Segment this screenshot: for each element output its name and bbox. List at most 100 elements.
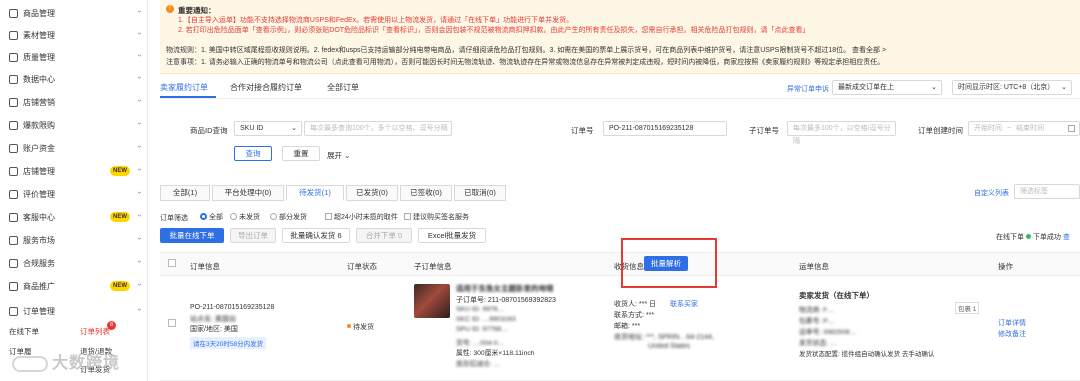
sidebar-item-4[interactable]: 店铺营销 › [0,93,148,111]
status-tab-5[interactable]: 已取消(0) [454,185,506,201]
tab-seller-fulfil[interactable]: 卖家履约订单 [160,82,208,93]
sidebar-item-label: 爆款限购 [23,120,55,130]
new-badge: NEW [110,212,130,222]
sidebar-sub-order-list[interactable]: 订单列表 [80,326,110,337]
order-filter-label: 订单筛选 [160,215,188,222]
sidebar-item-1[interactable]: 素材管理 › [0,26,148,44]
menu-icon [9,258,18,268]
status-tab-0[interactable]: 全部(1) [160,185,210,201]
row-po-number: PO-211-087015169235128 [190,304,275,311]
order-detail-link[interactable]: 订单详情 [998,318,1026,328]
skc-id: SKC ID: …9903163 [456,316,516,323]
sub-order-input[interactable]: 每次最多100个，以空格/逗号分隔 [787,121,896,145]
sidebar-item-label: 店铺管理 [23,166,55,176]
tab-all-orders[interactable]: 全部订单 [327,82,359,93]
edit-remark-link[interactable]: 修改备注 [998,329,1026,339]
watermark-icon [12,355,48,372]
row-region: 国家/地区: 美国 [190,326,238,333]
status-tab-4[interactable]: 已签收(0) [400,185,452,201]
tag-filter-select[interactable]: 筛选标签 [1014,184,1080,199]
menu-icon [9,8,18,18]
sidebar-item-7[interactable]: 店铺管理 › NEW [0,162,148,180]
radio-unshipped[interactable]: 未发货 [230,212,260,222]
chevron-down-icon: ⌄ [291,125,297,132]
header-status: 订单状态 [347,262,377,271]
merge-order-button[interactable]: 合并下单 0 [356,228,412,243]
chevron-icon: › [135,122,143,125]
sidebar-item-8[interactable]: 评价管理 › [0,185,148,203]
product-title: 适用于东鱼女主题卧室的地毯 [456,284,554,293]
product-image [414,284,450,318]
header-shipping: 运单信息 [799,262,829,271]
chevron-icon: › [135,10,143,13]
chevron-icon: › [135,260,143,263]
sidebar-item-3[interactable]: 数据中心 › [0,70,148,88]
sidebar-sub-online-order[interactable]: 在线下单 [9,326,39,337]
sidebar-item-12[interactable]: 商品推广 › NEW [0,277,148,295]
chevron-down-icon: ⌄ [931,84,937,91]
sort-select[interactable]: 最新成交订单在上 ⌄ [832,80,942,95]
excel-bulk-button[interactable]: Excel批量发货 [418,228,486,243]
select-all-checkbox[interactable] [168,259,176,267]
status-dot-icon [347,324,351,328]
menu-icon [9,235,18,245]
menu-icon [9,306,18,316]
package-no: 包裹号: P… [799,318,835,325]
order-no-input[interactable]: PO-211-087015169235128 [603,121,727,136]
search-button[interactable]: 查询 [234,146,272,161]
contact-buyer-link[interactable]: 联系买家 [670,299,698,309]
product-query-input[interactable]: 每次最多查询100个，多个以空格、逗号分隔 [304,121,452,136]
sidebar-item-10[interactable]: 服务市场 › [0,231,148,249]
sidebar-item-11[interactable]: 合规服务 › [0,254,148,272]
sidebar-item-label: 账户资金 [23,143,55,153]
package-badge: 包裹 1 [955,302,980,314]
row-checkbox[interactable] [168,319,176,327]
abnormal-appeal-link[interactable]: 异常订单申诉 [787,84,829,94]
sidebar-item-9[interactable]: 客服中心 › NEW [0,208,148,226]
expand-toggle[interactable]: 展开 ⌄ [327,150,350,161]
menu-icon [9,52,18,62]
status-tab-3[interactable]: 已发货(0) [346,185,398,201]
row-deadline-badge: 请在3天20时58分内发货 [190,337,267,349]
sidebar-item-0[interactable]: 商品管理 › [0,4,148,22]
custom-list-link[interactable]: 自定义列表 [974,188,1009,198]
export-button[interactable]: 导出订单 [230,228,276,243]
radio-partial[interactable]: 部分发货 [270,212,307,222]
sidebar-item-label: 客服中心 [23,212,55,222]
sidebar-item-6[interactable]: 账户资金 › [0,139,148,157]
shipping-title: 卖家发货（在线下单） [799,291,874,300]
carrier: 物流商: F… [799,307,835,314]
tab-cooperative[interactable]: 合作对接合履约订单 [230,82,302,93]
menu-icon [9,143,18,153]
status-tab-1[interactable]: 平台处理中(0) [212,185,284,201]
radio-all[interactable]: 全部 [200,212,223,222]
status-tab-2[interactable]: 待发货(1) [286,185,344,201]
created-time-range[interactable]: 开始时间 ~ 结束时间 [968,121,1080,136]
sidebar-item-5[interactable]: 爆款限购 › [0,116,148,134]
sidebar-item-label: 合规服务 [23,258,55,268]
chevron-icon: › [135,214,143,217]
spu-id: SPU ID: 97766… [456,326,509,333]
recv-country: United States [648,343,691,350]
checkbox-signature[interactable]: 建议购买签名服务 [404,212,469,222]
header-ops: 操作 [998,262,1013,271]
product-query-type-select[interactable]: SKU ID ⌄ [234,121,302,136]
attribute: 属性: 300厘米×118.11inch [456,350,535,357]
chevron-down-icon: ⌄ [1061,84,1067,91]
checkbox-over-24h[interactable]: 超24小时未揽的取件 [325,212,398,222]
bulk-confirm-button[interactable]: 批量确认发货 6 [282,228,350,243]
sidebar-item-label: 服务市场 [23,235,55,245]
chevron-icon: › [135,191,143,194]
sidebar-item-2[interactable]: 质量管理 › [0,48,148,66]
tracking-no: 运单号: 3982508… [799,329,857,336]
bulk-online-order-button[interactable]: 批量在线下单 [160,228,224,243]
sidebar-item-13[interactable]: 订单管理 › [0,302,148,320]
menu-icon [9,30,18,40]
recv-email: 邮箱: *** [614,323,641,330]
chevron-icon: › [135,76,143,79]
timezone-select[interactable]: 时间显示时区: UTC+8（北京） ⌄ [952,80,1072,95]
reset-button[interactable]: 重置 [282,146,320,161]
calendar-icon [1068,125,1075,132]
sidebar-item-label: 商品推广 [23,281,55,291]
notice-line-4: 注意事项：1. 请务必输入正确的物流单号和物流公司（点此查看可用物流），否则可能… [166,59,885,66]
